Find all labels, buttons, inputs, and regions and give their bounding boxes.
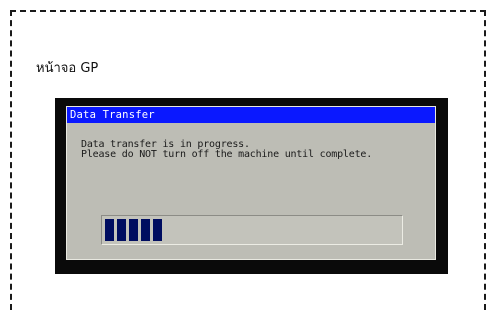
data-transfer-dialog: Data Transfer Data transfer is in progre… — [66, 106, 436, 260]
progress-segment — [141, 219, 150, 241]
progress-bar — [101, 215, 403, 245]
progress-segment — [129, 219, 138, 241]
progress-segment — [117, 219, 126, 241]
screen-caption: หน้าจอ GP — [36, 61, 99, 76]
message-line: Please do NOT turn off the machine until… — [81, 149, 373, 160]
dialog-title: Data Transfer — [67, 107, 435, 123]
dialog-message: Data transfer is in progress. Please do … — [81, 140, 372, 160]
progress-segment — [105, 219, 114, 241]
progress-fill — [105, 219, 165, 241]
progress-segment — [153, 219, 162, 241]
